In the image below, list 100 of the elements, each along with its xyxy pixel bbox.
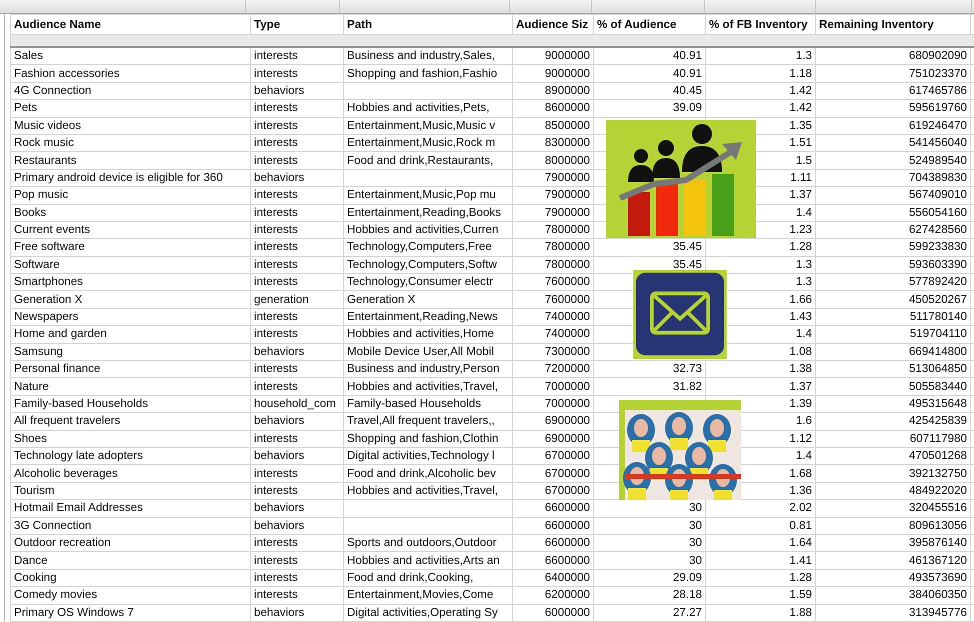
table-cell: Hotmail Email Addresses: [10, 500, 250, 518]
table-cell: 1.41: [706, 552, 816, 570]
table-cell: 6000000: [512, 604, 594, 622]
table-cell: 607117980: [816, 430, 970, 448]
table-cell: Books: [10, 204, 250, 222]
table-cell: 680902090: [816, 47, 970, 65]
table-cell: 7200000: [512, 360, 594, 378]
column-header: Audience Name: [10, 14, 250, 34]
table-cell: 484922020: [816, 482, 970, 500]
table-cell: 29.09: [594, 569, 706, 587]
table-cell: Entertainment,Music,Pop mu: [344, 186, 512, 204]
table-cell: 6700000: [512, 482, 594, 500]
table-cell: 505583440: [816, 378, 970, 396]
table-cell: Primary android device is eligible for 360: [10, 169, 250, 187]
table-cell: Entertainment,Reading,News: [344, 308, 512, 326]
table-cell: 6700000: [512, 464, 594, 482]
table-cell: 7800000: [512, 256, 594, 274]
table-cell: 1.64: [706, 534, 816, 552]
table-cell: 7600000: [512, 274, 594, 291]
table-cell: 4G Connection: [10, 82, 250, 100]
table-cell: Food and drink,Cooking,: [344, 569, 512, 587]
table-cell: 519704110: [816, 326, 970, 344]
table-cell: behaviors: [250, 412, 344, 430]
table-cell: Entertainment,Music,Rock m: [344, 134, 512, 152]
table-cell: 461367120: [816, 552, 970, 570]
table-cell: Generation X: [344, 290, 512, 308]
table-cell: 450520267: [816, 290, 970, 308]
table-cell: Hobbies and activities,Travel,: [344, 378, 512, 396]
table-cell: Mobile Device User,All Mobil: [344, 343, 512, 361]
table-cell: behaviors: [250, 447, 344, 465]
table-cell: interests: [250, 326, 344, 344]
table-cell: 6400000: [512, 569, 594, 587]
table-cell: behaviors: [250, 517, 344, 534]
table-cell: 524989540: [816, 152, 970, 170]
table-cell: interests: [250, 186, 344, 204]
table-cell: All frequent travelers: [10, 412, 250, 430]
table-cell: Technology late adopters: [10, 447, 250, 465]
table-cell: 31.82: [594, 378, 706, 396]
table-cell: 8500000: [512, 117, 594, 134]
table-cell: interests: [250, 134, 344, 152]
column-header: Path: [344, 14, 512, 34]
table-cell: 1.28: [706, 569, 816, 587]
table-cell: 1.38: [706, 360, 816, 378]
table-cell: 7900000: [512, 186, 594, 204]
table-cell: 493573690: [816, 569, 970, 587]
table-cell: Tourism: [10, 482, 250, 500]
table-cell: 513064850: [816, 360, 970, 378]
table-cell: Business and industry,Person: [344, 360, 512, 378]
table-cell: 6900000: [512, 430, 594, 448]
table-cell: Generation X: [10, 290, 250, 308]
table-cell: interests: [250, 64, 344, 82]
table-cell: 541456040: [816, 134, 970, 152]
table-cell: Technology,Computers,Free: [344, 238, 512, 256]
table-cell: Nature: [10, 378, 250, 396]
table-cell: Outdoor recreation: [10, 534, 250, 552]
column-header: % of FB Inventory: [706, 14, 816, 34]
table-cell: 40.91: [594, 47, 706, 65]
table-cell: Home and garden: [10, 326, 250, 344]
table-cell: interests: [250, 430, 344, 448]
table-cell: Food and drink,Alcoholic bev: [344, 464, 512, 482]
table-cell: interests: [250, 238, 344, 256]
column-header: Audience Siz: [512, 14, 594, 34]
table-cell: 8300000: [512, 134, 594, 152]
table-cell: 7300000: [512, 343, 594, 361]
table-cell: 40.91: [594, 64, 706, 82]
table-cell: Technology,Computers,Softw: [344, 256, 512, 274]
table-cell: 7800000: [512, 221, 594, 239]
table-cell: Hobbies and activities,Pets,: [344, 100, 512, 118]
table-cell: Free software: [10, 238, 250, 256]
table-cell: 30: [594, 534, 706, 552]
table-cell: interests: [250, 586, 344, 604]
table-cell: behaviors: [250, 500, 344, 518]
table-cell: Hobbies and activities,Curren: [344, 221, 512, 239]
table-cell: interests: [250, 552, 344, 570]
table-cell: behaviors: [250, 343, 344, 361]
table-cell: interests: [250, 464, 344, 482]
table-cell: Smartphones: [10, 274, 250, 291]
table-cell: 1.18: [706, 64, 816, 82]
table-cell: interests: [250, 274, 344, 291]
table-cell: 6700000: [512, 447, 594, 465]
table-cell: behaviors: [250, 169, 344, 187]
table-cell: Family-based Households: [344, 395, 512, 413]
table-cell: Comedy movies: [10, 586, 250, 604]
table-cell: 3G Connection: [10, 517, 250, 534]
table-cell: 6600000: [512, 552, 594, 570]
table-cell: 7900000: [512, 204, 594, 222]
table-cell: interests: [250, 152, 344, 170]
table-cell: Music videos: [10, 117, 250, 134]
table-cell: 6600000: [512, 534, 594, 552]
table-cell: 1.3: [706, 47, 816, 65]
table-cell: interests: [250, 360, 344, 378]
table-cell: 7900000: [512, 169, 594, 187]
table-cell: 7400000: [512, 308, 594, 326]
table-cell: household_com: [250, 395, 344, 413]
table-cell: interests: [250, 100, 344, 118]
table-cell: 8900000: [512, 82, 594, 100]
column-header: Type: [250, 14, 344, 34]
table-cell: Samsung: [10, 343, 250, 361]
table-cell: behaviors: [250, 604, 344, 622]
table-cell: behaviors: [250, 82, 344, 100]
